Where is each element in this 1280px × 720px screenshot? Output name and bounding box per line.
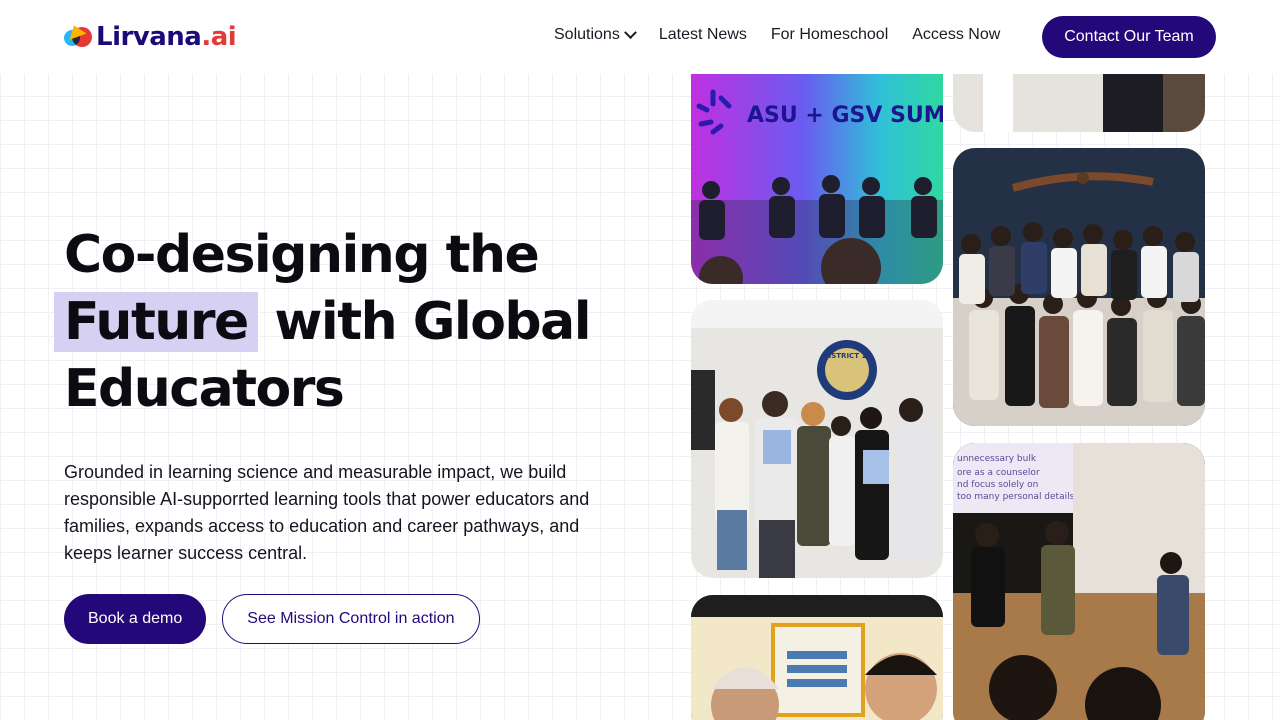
slide-line-3: nd focus solely on	[957, 480, 1038, 490]
summit-banner-text: ASU + GSV SUMMIT	[747, 103, 943, 128]
photo-classroom-selfie	[691, 595, 943, 720]
photo-stage-presentation: unnecessary bulk ore as a counselor nd f…	[953, 443, 1205, 720]
logo-mark-icon	[64, 22, 92, 51]
logo[interactable]: Lirvana.ai	[64, 22, 237, 52]
nav-access-now[interactable]: Access Now	[912, 26, 1000, 44]
hero-buttons: Book a demo See Mission Control in actio…	[64, 594, 480, 644]
hero-title: Co-designing the Future with Global Educ…	[54, 222, 624, 423]
slide-line-2: ore as a counselor	[957, 468, 1040, 478]
nav-latest-news[interactable]: Latest News	[659, 26, 747, 44]
main-nav: Solutions Latest News For Homeschool Acc…	[554, 25, 1024, 44]
hero-section: Co-designing the Future with Global Educ…	[54, 222, 624, 567]
title-highlight: Future	[54, 292, 258, 352]
slide-line-4: too many personal details	[957, 492, 1075, 502]
mission-control-button[interactable]: See Mission Control in action	[222, 594, 480, 644]
logo-text: Lirvana.ai	[96, 22, 237, 52]
chevron-down-icon	[623, 25, 637, 39]
nav-for-homeschool[interactable]: For Homeschool	[771, 26, 888, 44]
slide-line-1: unnecessary bulk	[957, 454, 1037, 464]
site-header: Lirvana.ai Solutions Latest News For Hom…	[0, 0, 1280, 74]
photo-student-group	[953, 148, 1205, 426]
photo-summit-panel: ASU + GSV SUMMIT	[691, 40, 943, 284]
book-demo-button[interactable]: Book a demo	[64, 594, 207, 644]
photo-district-group: DISTRICT 10	[691, 300, 943, 578]
hero-description: Grounded in learning science and measura…	[64, 462, 590, 563]
contact-our-team-button[interactable]: Contact Our Team	[1042, 16, 1216, 58]
nav-solutions[interactable]: Solutions	[554, 25, 637, 44]
district-seal-text: DISTRICT 10	[823, 352, 871, 360]
